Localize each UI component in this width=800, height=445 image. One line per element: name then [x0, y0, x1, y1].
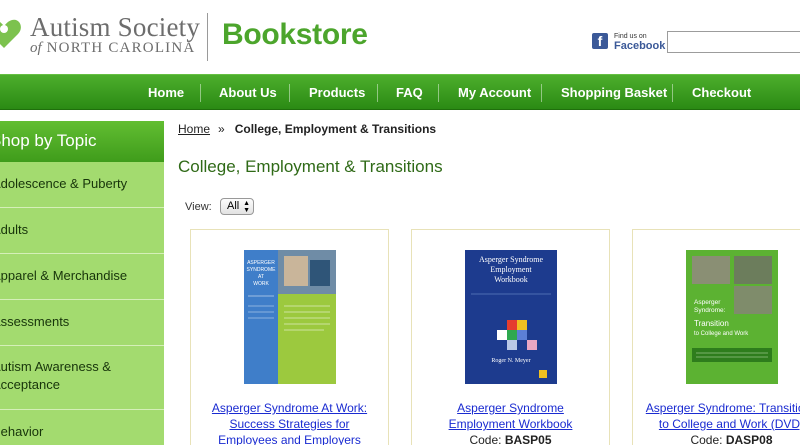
puzzle-heart-logo-icon[interactable]	[0, 14, 22, 50]
sidebar-heading: Shop by Topic	[0, 121, 164, 162]
product-cover-image[interactable]: ASPERGER SYNDROME AT WORK	[243, 250, 336, 384]
nav-faq[interactable]: FAQ	[396, 75, 423, 111]
view-label: View:	[185, 201, 212, 213]
nav-checkout[interactable]: Checkout	[692, 75, 751, 111]
product-card: Asperger Syndrome: Transition to College…	[632, 229, 800, 445]
sidebar-item-label: Autism Awareness &	[0, 359, 111, 374]
nav-my-account[interactable]: My Account	[458, 75, 531, 111]
product-title-link-line3[interactable]: Employees and Employers	[191, 433, 388, 445]
product-code-value: DASP08	[725, 433, 773, 445]
view-select[interactable]: All ▲ ▼	[220, 198, 254, 215]
header-divider	[207, 13, 208, 61]
nav-separator	[672, 84, 673, 102]
logo-subtitle: of NORTH CAROLINA	[30, 40, 195, 57]
sidebar-item-apparel-merchandise[interactable]: Apparel & Merchandise	[0, 254, 164, 300]
nav-about-us[interactable]: About Us	[219, 75, 277, 111]
product-title-link-line2[interactable]: Employment Workbook	[412, 417, 609, 432]
svg-text:SYNDROME: SYNDROME	[246, 267, 276, 273]
site-header: Autism Society of NORTH CAROLINA Booksto…	[0, 0, 800, 74]
logo-subtitle-state: NORTH CAROLINA	[46, 40, 196, 56]
product-code-value: BASP05	[504, 433, 552, 445]
topic-sidebar: Shop by Topic Adolescence & Puberty Adul…	[0, 121, 164, 445]
svg-text:Roger N. Meyer: Roger N. Meyer	[491, 358, 530, 364]
product-card: ASPERGER SYNDROME AT WORK Asperger Syndr…	[190, 229, 389, 445]
product-code-label: Code:	[690, 433, 723, 445]
nav-separator	[541, 84, 542, 102]
search-input[interactable]	[667, 31, 800, 53]
nav-separator	[200, 84, 201, 102]
facebook-icon: f	[592, 33, 608, 49]
svg-text:Asperger: Asperger	[694, 299, 721, 306]
product-code: Code: DASP08	[633, 433, 800, 445]
svg-text:Employment: Employment	[490, 265, 532, 274]
nav-separator	[438, 84, 439, 102]
product-code-label: Code:	[469, 433, 502, 445]
page-title: College, Employment & Transitions	[178, 157, 443, 176]
product-title-link[interactable]: Asperger Syndrome	[412, 401, 609, 416]
bookstore-title: Bookstore	[222, 18, 368, 51]
svg-text:ASPERGER: ASPERGER	[247, 260, 275, 266]
svg-text:WORK: WORK	[253, 281, 269, 287]
svg-text:Workbook: Workbook	[494, 275, 528, 284]
svg-text:to College and Work: to College and Work	[694, 331, 749, 337]
breadcrumb-home-link[interactable]: Home	[178, 122, 210, 136]
product-card: Asperger Syndrome Employment Workbook Ro…	[411, 229, 610, 445]
sidebar-item-label-line2: Acceptance	[0, 377, 60, 392]
nav-home[interactable]: Home	[148, 75, 184, 111]
svg-text:Transition: Transition	[694, 319, 729, 328]
view-select-value: All	[227, 200, 240, 212]
sidebar-item-autism-awareness-acceptance[interactable]: Autism Awareness & Acceptance	[0, 346, 164, 410]
sidebar-item-label: Adults	[0, 222, 29, 237]
svg-text:Asperger Syndrome: Asperger Syndrome	[478, 255, 543, 264]
svg-text:Syndrome:: Syndrome:	[694, 307, 726, 314]
select-arrows-icon: ▲ ▼	[243, 200, 250, 214]
nav-separator	[289, 84, 290, 102]
main-nav: Home About Us Products FAQ My Account Sh…	[0, 74, 800, 110]
sidebar-item-label: Assessments	[0, 314, 70, 329]
logo-subtitle-prefix: of	[30, 40, 42, 56]
product-title-link-line2[interactable]: Success Strategies for	[191, 417, 388, 432]
sidebar-item-behavior[interactable]: Behavior	[0, 410, 164, 445]
sidebar-item-assessments[interactable]: Assessments	[0, 300, 164, 346]
sidebar-item-label: Adolescence & Puberty	[0, 176, 128, 191]
nav-shopping-basket[interactable]: Shopping Basket	[561, 75, 667, 111]
nav-products[interactable]: Products	[309, 75, 365, 111]
sidebar-heading-text: Shop by Topic	[0, 131, 97, 150]
product-title-link-line2[interactable]: to College and Work (DVD)	[633, 417, 800, 432]
product-title-link[interactable]: Asperger Syndrome At Work:	[191, 401, 388, 416]
sidebar-item-adults[interactable]: Adults	[0, 208, 164, 254]
sidebar-item-label: Apparel & Merchandise	[0, 268, 128, 283]
svg-text:AT: AT	[257, 274, 263, 280]
facebook-text: Find us on Facebook	[614, 32, 666, 52]
product-code: Code: BASP05	[412, 433, 609, 445]
breadcrumb: Home » College, Employment & Transitions	[178, 122, 436, 136]
breadcrumb-current: College, Employment & Transitions	[234, 122, 437, 136]
sidebar-item-adolescence-puberty[interactable]: Adolescence & Puberty	[0, 162, 164, 208]
product-cover-image[interactable]: Asperger Syndrome Employment Workbook Ro…	[464, 250, 557, 384]
facebook-link[interactable]: f Find us on Facebook	[592, 31, 665, 51]
product-title-link[interactable]: Asperger Syndrome: Transitions	[633, 401, 800, 416]
product-cover-image[interactable]: Asperger Syndrome: Transition to College…	[685, 250, 778, 384]
breadcrumb-separator: »	[218, 122, 225, 136]
nav-separator	[377, 84, 378, 102]
logo-title[interactable]: Autism Society	[30, 12, 200, 43]
facebook-label: Facebook	[614, 39, 666, 52]
sidebar-item-label: Behavior	[0, 424, 44, 439]
